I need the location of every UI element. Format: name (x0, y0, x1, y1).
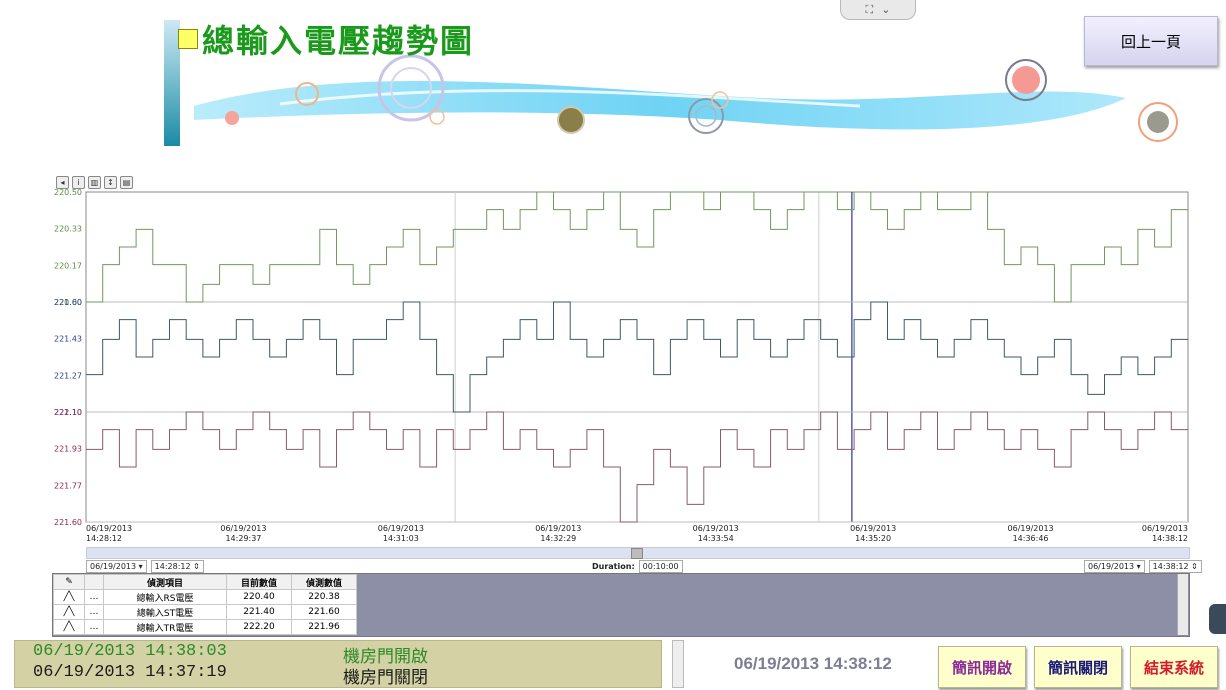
y-tick-label: 220.17 (54, 261, 82, 270)
x-tick-date: 06/19/2013 (693, 524, 739, 533)
x-tick-time: 14:33:54 (698, 534, 734, 543)
trend-chart: 220.50220.33220.17220.00221.60221.43221.… (54, 188, 1189, 543)
y-tick-label: 221.60 (54, 518, 82, 527)
y-tick-label: 221.60 (54, 298, 82, 307)
more-button[interactable]: … (84, 604, 104, 620)
exit-button[interactable]: 結束系統 (1130, 646, 1218, 688)
x-tick-time: 14:29:37 (225, 534, 261, 543)
trend-thumb-icon: ╱╲ (53, 589, 85, 605)
side-handle[interactable] (1209, 604, 1226, 634)
y-tick-label: 220.33 (54, 225, 82, 234)
x-tick-date: 06/19/2013 (86, 524, 132, 533)
pen-icon: ✎ (53, 574, 85, 590)
x-tick-date: 06/19/2013 (1142, 524, 1188, 533)
event-scrollbar[interactable] (672, 640, 684, 688)
x-tick-date: 06/19/2013 (1008, 524, 1054, 533)
data-table: ✎ 偵測項目 目前數值 偵測數值 ╱╲ … 總輸入RS電壓 220.40 220… (53, 574, 357, 635)
col-current: 目前數值 (226, 574, 292, 590)
table-scrollbar[interactable] (1177, 574, 1188, 635)
x-tick-time: 14:36:46 (1013, 534, 1049, 543)
data-table-panel: ✎ 偵測項目 目前數值 偵測數值 ╱╲ … 總輸入RS電壓 220.40 220… (52, 573, 1190, 637)
start-date-select[interactable]: 06/19/2013 ▾ (86, 560, 147, 573)
col-item: 偵測項目 (103, 574, 227, 590)
msg-on-button[interactable]: 簡訊開啟 (938, 646, 1026, 688)
title-block: 總輸入電壓趨勢圖 (178, 16, 474, 62)
title-marker (178, 29, 198, 49)
event-log: 06/19/2013 14:38:03 機房門開啟 06/19/2013 14:… (14, 640, 662, 689)
trend-thumb-icon: ╱╲ (53, 619, 85, 635)
duration-label: Duration: (592, 562, 635, 571)
table-row[interactable]: ╱╲ … 總輸入TR電壓 222.20 221.96 (53, 619, 357, 635)
x-tick-date: 06/19/2013 (850, 524, 896, 533)
more-button[interactable]: … (84, 619, 104, 635)
end-range: 06/19/2013 ▾ 14:38:12 ⇕ (1084, 560, 1202, 573)
collapse-tab[interactable]: ⛶ ⌄ (840, 0, 916, 20)
trend-thumb-icon: ╱╲ (53, 604, 85, 620)
end-date-select[interactable]: 06/19/2013 ▾ (1084, 560, 1145, 573)
msg-off-button[interactable]: 簡訊關閉 (1034, 646, 1122, 688)
x-tick-time: 14:38:12 (1152, 534, 1188, 543)
page-title: 總輸入電壓趨勢圖 (202, 22, 475, 60)
y-tick-label: 220.50 (54, 188, 82, 197)
table-row[interactable]: ╱╲ … 總輸入RS電壓 220.40 220.38 (53, 589, 357, 605)
event-message: 機房門關閉 (343, 670, 428, 689)
banner-wave (194, 80, 1126, 130)
table-header-row: ✎ 偵測項目 目前數值 偵測數值 (53, 574, 357, 590)
duration-box: Duration: 00:10:00 (592, 560, 683, 573)
x-tick-time: 14:28:12 (86, 534, 122, 543)
event-row: 06/19/2013 14:37:19 (33, 663, 227, 682)
start-time-field[interactable]: 14:28:12 ⇕ (150, 560, 204, 573)
x-tick-date: 06/19/2013 (535, 524, 581, 533)
x-tick-time: 14:35:20 (855, 534, 891, 543)
duration-field[interactable]: 00:10:00 (638, 560, 683, 573)
back-button[interactable]: 回上一頁 (1084, 16, 1218, 66)
x-tick-time: 14:31:03 (383, 534, 419, 543)
scroll-thumb[interactable] (631, 548, 643, 559)
table-row[interactable]: ╱╲ … 總輸入ST電壓 221.40 221.60 (53, 604, 357, 620)
y-tick-label: 221.27 (54, 371, 82, 380)
expand-icon[interactable]: ⛶ (866, 3, 874, 17)
y-tick-label: 221.77 (54, 481, 82, 490)
y-tick-label: 222.10 (54, 408, 82, 417)
col-detected: 偵測數值 (291, 574, 357, 590)
y-tick-label: 221.93 (54, 445, 82, 454)
clock: 06/19/2013 14:38:12 (734, 654, 892, 673)
event-row: 06/19/2013 14:38:03 (33, 642, 227, 661)
start-range: 06/19/2013 ▾ 14:28:12 ⇕ (86, 560, 204, 573)
y-tick-label: 221.43 (54, 335, 82, 344)
x-tick-time: 14:32:29 (540, 534, 576, 543)
end-time-field[interactable]: 14:38:12 ⇕ (1148, 560, 1202, 573)
chevron-down-icon[interactable]: ⌄ (881, 3, 890, 16)
x-tick-date: 06/19/2013 (220, 524, 266, 533)
more-button[interactable]: … (84, 589, 104, 605)
x-tick-date: 06/19/2013 (378, 524, 424, 533)
